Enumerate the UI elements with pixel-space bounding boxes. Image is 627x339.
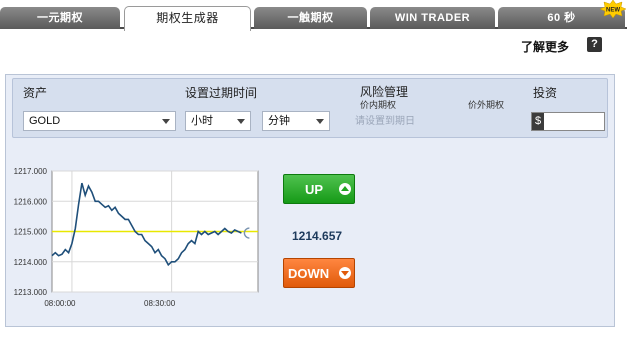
up-button[interactable]: UP [283,174,355,204]
y-tick-label: 1216.000 [14,197,48,206]
up-button-label: UP [305,182,324,197]
down-arrow-icon [339,267,351,279]
y-tick-label: 1215.000 [14,228,48,237]
y-tick-label: 1214.000 [14,258,48,267]
x-tick-label: 08:00:00 [44,299,76,308]
down-button-label: DOWN [288,266,330,281]
y-tick-label: 1217.000 [14,167,48,176]
up-arrow-icon [339,183,351,195]
price-chart: 1217.000 1216.000 1215.000 1214.000 1213.000… [14,167,259,308]
down-button[interactable]: DOWN [283,258,355,288]
current-price: 1214.657 [292,229,343,243]
x-tick-label: 08:30:00 [144,299,176,308]
y-tick-label: 1213.000 [14,288,48,297]
